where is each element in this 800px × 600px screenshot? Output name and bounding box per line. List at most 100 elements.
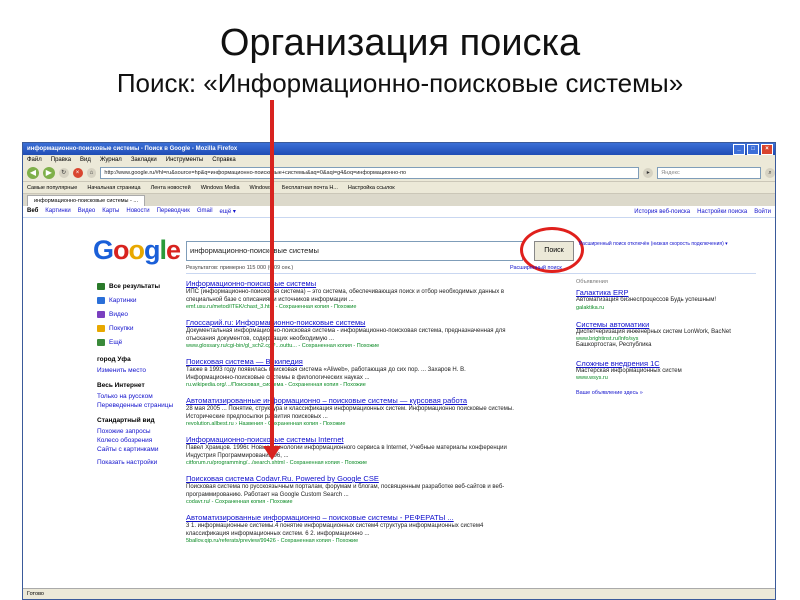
web-history-link[interactable]: История веб-поиска <box>634 209 690 215</box>
result-item: Автоматизированные информационно – поиск… <box>186 513 516 544</box>
tab-search[interactable]: информационно-поисковые системы - ... <box>27 195 145 206</box>
result-url[interactable]: 5ballov.qip.ru/referats/preview/99426 - … <box>186 538 516 544</box>
reload-button[interactable]: ↻ <box>58 168 69 178</box>
ad-title[interactable]: Галактика ERP <box>576 288 766 297</box>
bookmark-windows-media[interactable]: Windows Media <box>201 185 240 191</box>
nav-translate[interactable]: Переводчик <box>157 208 190 215</box>
tab-strip: информационно-поисковые системы - ... <box>23 194 775 206</box>
address-bar[interactable]: http://www.google.ru/#hl=ru&source=hp&q=… <box>100 167 640 179</box>
similar-link[interactable]: Похожие запросы <box>97 427 179 436</box>
result-item: Информационно-поисковые системы Internet… <box>186 435 516 466</box>
show-tools-link[interactable]: Показать настройки <box>97 458 179 467</box>
results-count: Результатов: примерно 115 000 (0,09 сек.… <box>186 265 294 271</box>
search-icon[interactable]: ⌕ <box>765 168 775 178</box>
stop-button[interactable]: × <box>72 168 83 178</box>
search-settings-link[interactable]: Настройки поиска <box>697 209 747 215</box>
translated-link[interactable]: Переведенные страницы <box>97 401 179 410</box>
result-snippet: Документальная информационно-поисковая с… <box>186 328 506 342</box>
ad-url[interactable]: www.wsys.ru <box>576 375 766 381</box>
result-title[interactable]: Автоматизированные информационно – поиск… <box>186 513 516 522</box>
result-url[interactable]: citforum.ru/programming/.../search.shtml… <box>186 460 516 466</box>
google-nav-bar: Веб Картинки Видео Карты Новости Перевод… <box>23 206 775 218</box>
advanced-search-link[interactable]: Расширенный поиск <box>510 265 562 271</box>
menu-view[interactable]: Вид <box>80 157 91 163</box>
result-title[interactable]: Глоссарий.ru: Информационно-поисковые си… <box>186 318 516 327</box>
menu-help[interactable]: Справка <box>212 157 236 163</box>
sidebar-item-shopping[interactable]: Покупки <box>97 321 179 335</box>
result-title[interactable]: Поисковая система Codavr.Ru. Powered by … <box>186 474 516 483</box>
result-snippet: Также в 1993 году появилась поисковая си… <box>186 367 466 381</box>
menu-tools[interactable]: Инструменты <box>166 157 203 163</box>
with-images-link[interactable]: Сайты с картинками <box>97 445 179 454</box>
sidebar-item-all[interactable]: Все результаты <box>97 279 179 293</box>
more-icon <box>97 338 105 346</box>
sidebar-item-more[interactable]: Ещё <box>97 335 179 349</box>
ad-item: Сложные внедрения 1С Мастерская информац… <box>576 359 766 382</box>
nav-video[interactable]: Видео <box>78 208 96 215</box>
change-place-link[interactable]: Изменить место <box>97 366 179 375</box>
nav-news[interactable]: Новости <box>126 208 149 215</box>
bookmark-popular[interactable]: Самые популярные <box>27 185 77 191</box>
russian-only-link[interactable]: Только на русском <box>97 392 179 401</box>
ad-title[interactable]: Сложные внедрения 1С <box>576 359 766 368</box>
ad-text: Автоматизация бизнеспроцессов Будь успеш… <box>576 297 717 303</box>
result-title[interactable]: Информационно-поисковые системы <box>186 279 516 288</box>
result-snippet: 28 мая 2005 ... Понятие, структура и кла… <box>186 406 514 420</box>
close-button[interactable]: × <box>761 143 773 155</box>
google-logo[interactable]: Google <box>93 235 181 266</box>
wheel-link[interactable]: Колесо обозрения <box>97 436 179 445</box>
bookmark-windows[interactable]: Windows <box>250 185 272 191</box>
result-title[interactable]: Поисковая система — Википедия <box>186 357 516 366</box>
result-url[interactable]: www.glossary.ru/cgi-bin/gl_sch2.cgi?...o… <box>186 343 516 349</box>
bookmark-customize[interactable]: Настройка ссылок <box>348 185 395 191</box>
ad-title[interactable]: Системы автоматики <box>576 320 766 329</box>
bookmarks-bar: Самые популярные Начальная страница Лент… <box>23 182 775 194</box>
result-item: Поисковая система Codavr.Ru. Powered by … <box>186 474 516 505</box>
your-ad-link[interactable]: Ваше объявление здесь » <box>576 390 766 396</box>
search-input[interactable]: информационно-поисковые системы <box>186 241 523 261</box>
standard-view-label[interactable]: Стандартный вид <box>97 417 179 427</box>
all-internet-label[interactable]: Весь Интернет <box>97 382 179 392</box>
pointer-arrow-line <box>270 100 274 450</box>
menu-bookmarks[interactable]: Закладки <box>131 157 157 163</box>
ad-item: Системы автоматики Диспетчеризация инжен… <box>576 320 766 350</box>
city-label: город Уфа <box>97 356 131 363</box>
go-icon[interactable]: ▸ <box>643 168 654 178</box>
result-title[interactable]: Автоматизированные информационно – поиск… <box>186 396 516 405</box>
nav-web[interactable]: Веб <box>27 208 38 215</box>
ads-column: Объявления Галактика ERP Автоматизация б… <box>576 279 766 396</box>
nav-maps[interactable]: Карты <box>102 208 119 215</box>
pointer-arrow-head <box>263 446 281 460</box>
nav-gmail[interactable]: Gmail <box>197 208 213 215</box>
status-bar: Готово <box>23 588 775 599</box>
images-icon <box>97 296 105 304</box>
menu-edit[interactable]: Правка <box>51 157 71 163</box>
browser-search-input[interactable]: Яндекс <box>657 167 762 179</box>
bookmark-news[interactable]: Лента новостей <box>151 185 191 191</box>
bookmark-start[interactable]: Начальная страница <box>87 185 140 191</box>
minimize-button[interactable]: _ <box>733 143 745 155</box>
result-url[interactable]: codavr.ru/ - Сохраненная копия - Похожие <box>186 499 516 505</box>
title-bar: информационно-поисковые системы - Поиск … <box>23 143 775 155</box>
sign-in-link[interactable]: Войти <box>754 209 771 215</box>
browser-window: информационно-поисковые системы - Поиск … <box>22 142 776 600</box>
forward-button[interactable]: ▶ <box>42 167 55 179</box>
sidebar-item-video[interactable]: Видео <box>97 307 179 321</box>
back-button[interactable]: ◀ <box>27 167 39 179</box>
ad-url[interactable]: galaktika.ru <box>576 305 766 311</box>
advanced-search-note: Расширенный поиск отключён (низкая скоро… <box>579 241 728 247</box>
result-url[interactable]: revolution.allbest.ru › Назвения - Сохра… <box>186 421 516 427</box>
slide-subtitle: Поиск: «Информационно-поисковые системы» <box>116 68 684 98</box>
nav-images[interactable]: Картинки <box>45 208 70 215</box>
home-button[interactable]: ⌂ <box>86 168 97 178</box>
menu-bar: Файл Правка Вид Журнал Закладки Инструме… <box>23 155 775 165</box>
result-title[interactable]: Информационно-поисковые системы Internet <box>186 435 516 444</box>
result-url[interactable]: emf.usu.ru/metod/ITEK/chast_3.htm - Сохр… <box>186 304 516 310</box>
bookmark-hotmail[interactable]: Бесплатная почта H... <box>282 185 338 191</box>
sidebar-item-images[interactable]: Картинки <box>97 293 179 307</box>
menu-history[interactable]: Журнал <box>100 157 122 163</box>
nav-more[interactable]: ещё ▾ <box>220 208 236 215</box>
result-url[interactable]: ru.wikipedia.org/.../Поисковая_система -… <box>186 382 516 388</box>
menu-file[interactable]: Файл <box>27 157 42 163</box>
maximize-button[interactable]: □ <box>747 143 759 155</box>
